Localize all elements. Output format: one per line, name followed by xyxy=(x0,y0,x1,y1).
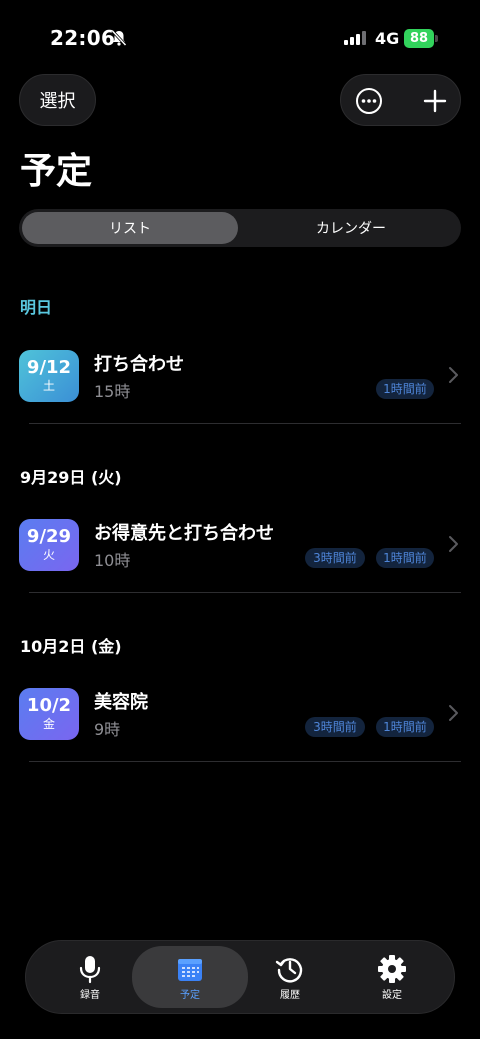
event-row[interactable]: 9/29 火 お得意先と打ち合わせ 10時 3時間前 1時間前 xyxy=(0,519,480,609)
event-title: 打ち合わせ xyxy=(94,354,184,375)
segment-calendar[interactable]: カレンダー xyxy=(243,212,459,244)
event-row[interactable]: 10/2 金 美容院 9時 3時間前 1時間前 xyxy=(0,688,480,778)
calendar-icon xyxy=(178,959,202,981)
event-time: 9時 xyxy=(94,720,121,739)
section-header: 9月29日 (火) xyxy=(20,468,122,487)
date-badge: 10/2 金 xyxy=(19,688,79,740)
event-time: 10時 xyxy=(94,551,131,570)
status-time: 22:06 xyxy=(50,26,116,50)
badge-date: 9/12 xyxy=(26,357,72,378)
event-title: 美容院 xyxy=(94,692,148,713)
signal-icon xyxy=(344,31,366,45)
reminder-chip: 1時間前 xyxy=(376,379,434,399)
tab-label: 履歴 xyxy=(280,990,300,1001)
section-header: 10月2日 (金) xyxy=(20,637,122,656)
page-title: 予定 xyxy=(20,151,93,192)
tab-settings[interactable]: 設定 xyxy=(342,941,442,1013)
reminder-chip: 1時間前 xyxy=(376,548,434,568)
divider xyxy=(29,423,461,424)
event-title: お得意先と打ち合わせ xyxy=(94,523,274,544)
chevron-right-icon xyxy=(449,536,458,552)
status-bar: 22:06 4G 88 xyxy=(0,0,480,76)
event-time: 15時 xyxy=(94,382,131,401)
chevron-right-icon xyxy=(449,705,458,721)
date-badge: 9/29 火 xyxy=(19,519,79,571)
event-row[interactable]: 9/12 土 打ち合わせ 15時 1時間前 xyxy=(0,350,480,440)
divider xyxy=(29,761,461,762)
reminder-chip: 1時間前 xyxy=(376,717,434,737)
tab-label: 予定 xyxy=(180,990,200,1001)
reminder-chip: 3時間前 xyxy=(305,717,365,737)
network-type: 4G xyxy=(375,29,400,48)
tab-schedule[interactable]: 予定 xyxy=(132,946,248,1008)
section-header: 明日 xyxy=(20,298,53,317)
date-badge: 9/12 土 xyxy=(19,350,79,402)
badge-weekday: 土 xyxy=(42,379,55,393)
tab-history[interactable]: 履歴 xyxy=(240,941,340,1013)
more-options-icon[interactable] xyxy=(355,87,383,115)
toolbar-actions xyxy=(340,74,461,126)
history-icon xyxy=(275,958,303,983)
select-button[interactable]: 選択 xyxy=(19,74,96,126)
view-segmented-control: リスト カレンダー xyxy=(19,209,461,247)
silent-bell-icon xyxy=(111,29,127,47)
divider xyxy=(29,592,461,593)
reminder-chip: 3時間前 xyxy=(305,548,365,568)
segment-list[interactable]: リスト xyxy=(22,212,238,244)
tab-bar: 録音 予定 履歴 設定 xyxy=(25,940,455,1014)
battery-icon: 88 xyxy=(404,29,438,48)
badge-weekday: 金 xyxy=(42,717,55,731)
gear-icon xyxy=(378,955,406,983)
tab-record[interactable]: 録音 xyxy=(40,941,140,1013)
badge-weekday: 火 xyxy=(42,548,55,562)
battery-level: 88 xyxy=(409,31,429,46)
tab-label: 録音 xyxy=(80,990,100,1001)
microphone-icon xyxy=(79,956,101,984)
badge-date: 10/2 xyxy=(26,695,72,716)
chevron-right-icon xyxy=(449,367,458,383)
add-icon[interactable] xyxy=(421,87,449,115)
badge-date: 9/29 xyxy=(26,526,72,547)
tab-label: 設定 xyxy=(382,990,402,1001)
